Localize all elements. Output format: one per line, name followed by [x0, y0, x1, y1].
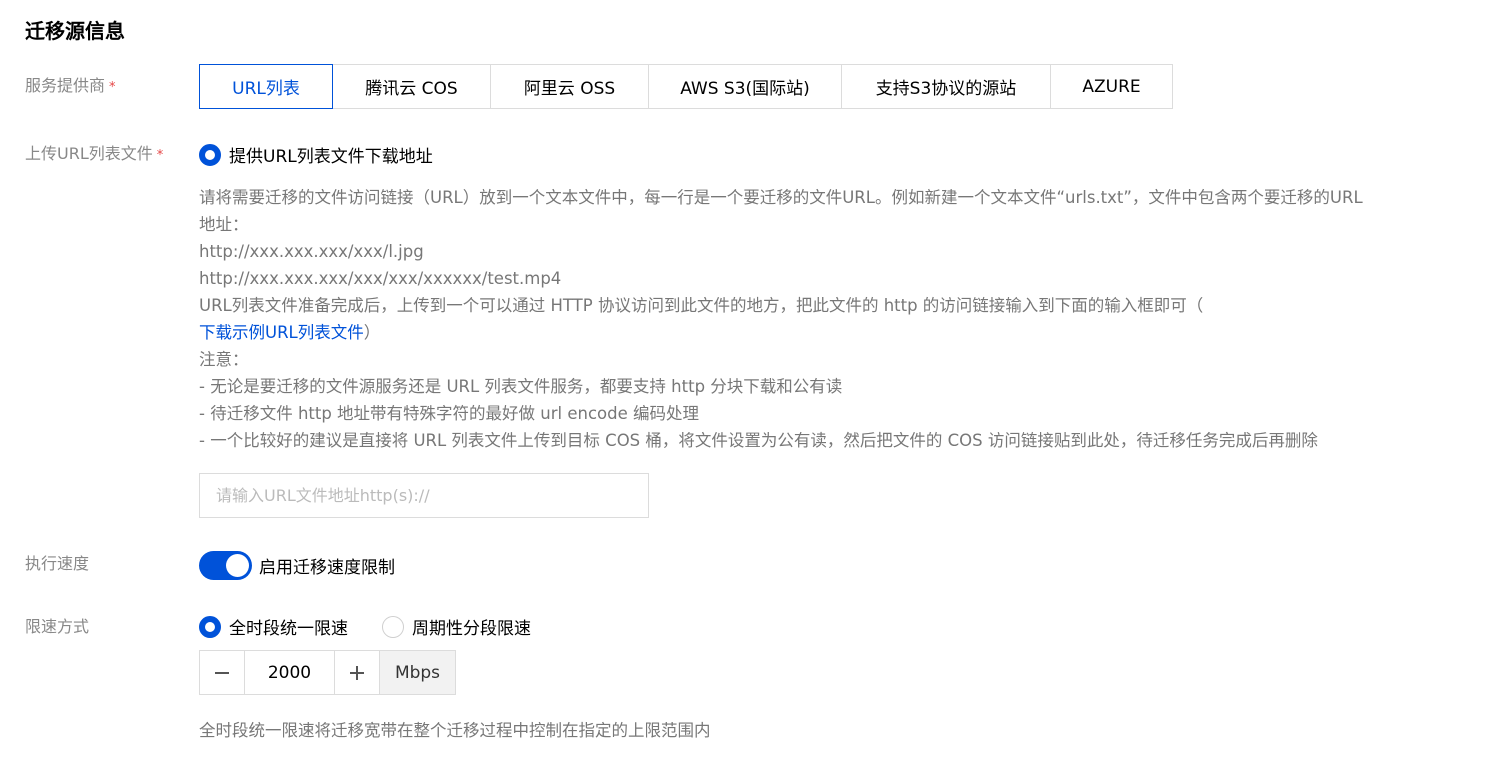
section-title: 迁移源信息	[25, 19, 125, 43]
help-note: - 一个比较好的建议是直接将 URL 列表文件上传到目标 COS 桶，将文件设置…	[199, 431, 1318, 450]
bandwidth-stepper: 2000 Mbps	[199, 650, 456, 695]
bandwidth-unit: Mbps	[380, 650, 456, 695]
bandwidth-value[interactable]: 2000	[245, 650, 334, 695]
radio-label: 周期性分段限速	[412, 619, 531, 639]
plus-icon	[350, 665, 364, 680]
limit-mode-label: 限速方式	[25, 617, 90, 636]
help-note: - 待迁移文件 http 地址带有特殊字符的最好做 url encode 编码处…	[199, 404, 700, 423]
radio-url-download[interactable]: 提供URL列表文件下载地址	[199, 142, 433, 167]
tab-aws-s3[interactable]: AWS S3(国际站)	[648, 64, 842, 109]
toggle-knob	[226, 554, 249, 577]
radio-unchecked-icon	[382, 615, 404, 638]
download-sample-link[interactable]: 下载示例URL列表文件	[199, 323, 364, 342]
radio-label: 提供URL列表文件下载地址	[229, 147, 433, 167]
help-download-line: 下载示例URL列表文件）	[199, 319, 1469, 346]
upload-help-text: 请将需要迁移的文件访问链接（URL）放到一个文本文件中，每一行是一个要迁移的文件…	[199, 184, 1469, 454]
migration-source-form: 迁移源信息 服务提供商 * URL列表 腾讯云 COS 阿里云 OSS AWS S…	[0, 0, 1510, 758]
radio-checked-icon	[199, 143, 221, 166]
help-paren-close: ）	[363, 323, 381, 342]
help-line: 地址：	[199, 215, 249, 234]
tab-url-list[interactable]: URL列表	[199, 64, 333, 109]
provider-label-row: 服务提供商 *	[25, 75, 116, 99]
limit-mode-footnote: 全时段统一限速将迁移宽带在整个迁移过程中控制在指定的上限范围内	[199, 721, 711, 740]
radio-uniform-limit[interactable]: 全时段统一限速	[199, 614, 348, 639]
tab-azure[interactable]: AZURE	[1050, 64, 1173, 109]
tab-tencent-cos[interactable]: 腾讯云 COS	[332, 64, 491, 109]
help-line: URL列表文件准备完成后，上传到一个可以通过 HTTP 协议访问到此文件的地方，…	[199, 296, 1204, 315]
speed-limit-toggle-row: 启用迁移速度限制	[199, 551, 395, 580]
help-example-url: http://xxx.xxx.xxx/xxx/xxx/xxxxxx/test.m…	[199, 269, 562, 288]
minus-icon	[215, 671, 229, 674]
provider-tabs: URL列表 腾讯云 COS 阿里云 OSS AWS S3(国际站) 支持S3协议…	[199, 64, 1173, 109]
radio-label: 全时段统一限速	[229, 619, 348, 639]
tab-aliyun-oss[interactable]: 阿里云 OSS	[490, 64, 649, 109]
provider-label: 服务提供商	[25, 76, 106, 95]
tab-s3-compatible[interactable]: 支持S3协议的源站	[841, 64, 1051, 109]
radio-periodic-limit[interactable]: 周期性分段限速	[382, 614, 531, 639]
url-file-input[interactable]	[199, 473, 649, 518]
speed-limit-toggle[interactable]	[199, 551, 252, 580]
decrement-button[interactable]	[199, 650, 245, 695]
increment-button[interactable]	[334, 650, 380, 695]
radio-checked-icon	[199, 615, 221, 638]
required-mark: *	[156, 148, 164, 163]
help-line: 请将需要迁移的文件访问链接（URL）放到一个文本文件中，每一行是一个要迁移的文件…	[199, 188, 1363, 207]
help-example-url: http://xxx.xxx.xxx/xxx/l.jpg	[199, 242, 424, 261]
upload-label-row: 上传URL列表文件 *	[25, 143, 163, 167]
help-note-title: 注意：	[199, 350, 249, 369]
toggle-label: 启用迁移速度限制	[259, 558, 395, 578]
upload-label: 上传URL列表文件	[25, 144, 153, 163]
speed-label: 执行速度	[25, 554, 90, 573]
required-mark: *	[109, 80, 116, 95]
help-note: - 无论是要迁移的文件源服务还是 URL 列表文件服务，都要支持 http 分块…	[199, 377, 843, 396]
